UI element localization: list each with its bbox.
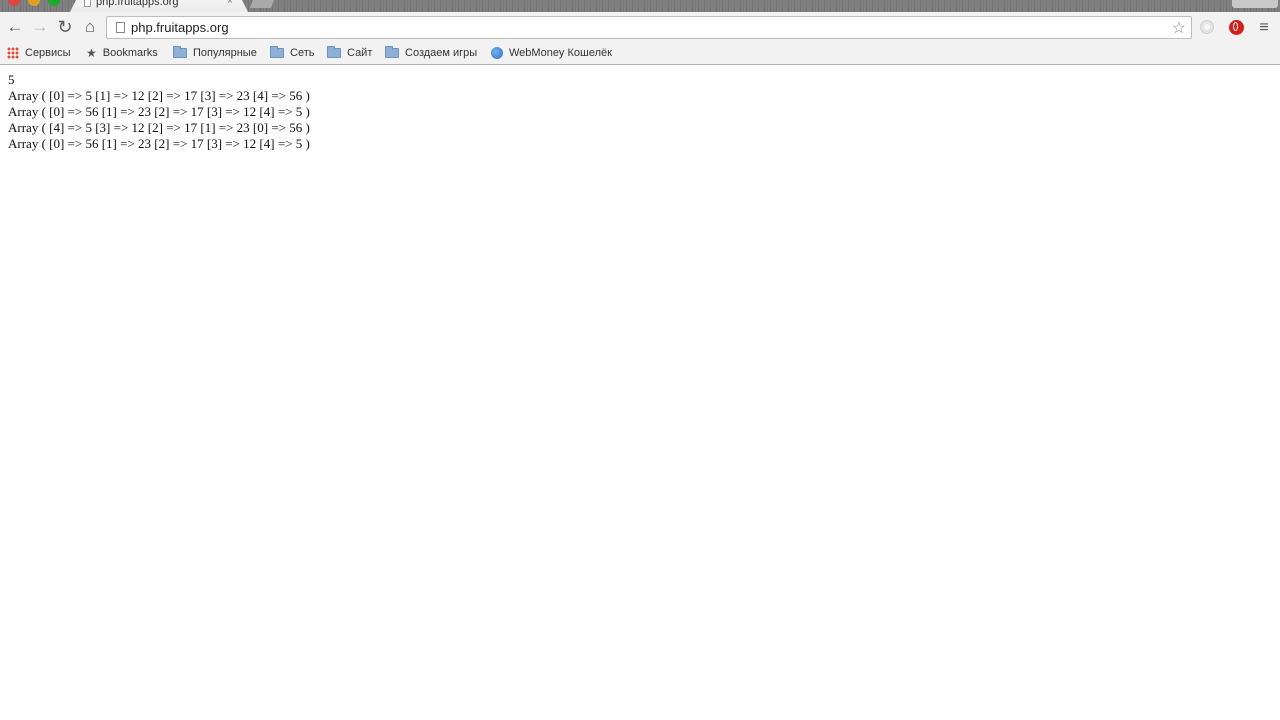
bookmark-folder-net[interactable]: Сеть [270, 45, 314, 61]
bookmark-label: Сайт [347, 47, 373, 59]
home-button[interactable]: ⌂ [79, 16, 101, 38]
folder-icon [270, 46, 284, 58]
bookmark-apps[interactable]: Сервисы [7, 45, 71, 61]
folder-icon [385, 46, 399, 58]
chrome-menu-button[interactable]: ≡ [1256, 19, 1272, 37]
forward-button[interactable]: → [29, 16, 51, 38]
output-line-array: Array ( [0] => 5 [1] => 12 [2] => 17 [3]… [8, 88, 310, 103]
globe-icon [491, 47, 503, 59]
tab-close-icon[interactable]: × [227, 0, 233, 7]
star-icon: ★ [86, 46, 97, 60]
profile-badge[interactable] [1232, 0, 1278, 8]
extension-button[interactable] [1200, 20, 1214, 34]
new-tab-button[interactable] [250, 0, 274, 8]
bookmark-folder-games[interactable]: Создаем игры [385, 45, 477, 61]
output-line-array: Array ( [4] => 5 [3] => 12 [2] => 17 [1]… [8, 120, 310, 135]
tab-strip: php.fruitapps.org × [0, 0, 1280, 12]
page-content: 5 Array ( [0] => 5 [1] => 12 [2] => 17 [… [0, 65, 1280, 720]
tab-title: php.fruitapps.org [96, 0, 179, 8]
bookmark-folder-popular[interactable]: Популярные [173, 45, 257, 61]
browser-toolbar: ← → ↻ ⌂ php.fruitapps.org ☆ [0, 12, 1280, 42]
window-maximize-button[interactable] [48, 0, 60, 6]
address-bar-url[interactable]: php.fruitapps.org [131, 20, 229, 35]
opera-extension-icon[interactable] [1229, 20, 1244, 35]
bookmark-label: Популярные [193, 47, 257, 59]
reload-button[interactable]: ↻ [54, 16, 76, 38]
bookmark-label: Сеть [290, 47, 315, 59]
apps-grid-icon [7, 47, 19, 59]
bookmark-label: Bookmarks [102, 47, 158, 59]
page-icon [116, 22, 125, 33]
bookmark-folder-site[interactable]: Сайт [327, 45, 372, 61]
window-close-button[interactable] [8, 0, 20, 6]
bookmark-webmoney[interactable]: WebMoney Кошелёк [491, 45, 612, 61]
php-output: 5 Array ( [0] => 5 [1] => 12 [2] => 17 [… [8, 72, 310, 152]
bookmark-label: WebMoney Кошелёк [509, 47, 612, 59]
page-favicon-icon [84, 0, 91, 7]
address-bar[interactable]: php.fruitapps.org ☆ [106, 16, 1192, 39]
output-line-count: 5 [8, 72, 15, 87]
bookmark-label: Создаем игры [405, 47, 478, 59]
folder-icon [327, 46, 341, 58]
output-line-array: Array ( [0] => 56 [1] => 23 [2] => 17 [3… [8, 136, 310, 151]
back-button[interactable]: ← [4, 16, 26, 38]
bookmark-label: Сервисы [25, 47, 71, 59]
bookmark-star-icon[interactable]: ☆ [1172, 18, 1186, 38]
bookmarks-bar: Сервисы ★ Bookmarks Популярные Сеть Сайт… [0, 42, 1280, 65]
folder-icon [173, 46, 187, 58]
window-minimize-button[interactable] [28, 0, 40, 6]
bookmark-bookmarks[interactable]: ★ Bookmarks [86, 45, 158, 61]
output-line-array: Array ( [0] => 56 [1] => 23 [2] => 17 [3… [8, 104, 310, 119]
